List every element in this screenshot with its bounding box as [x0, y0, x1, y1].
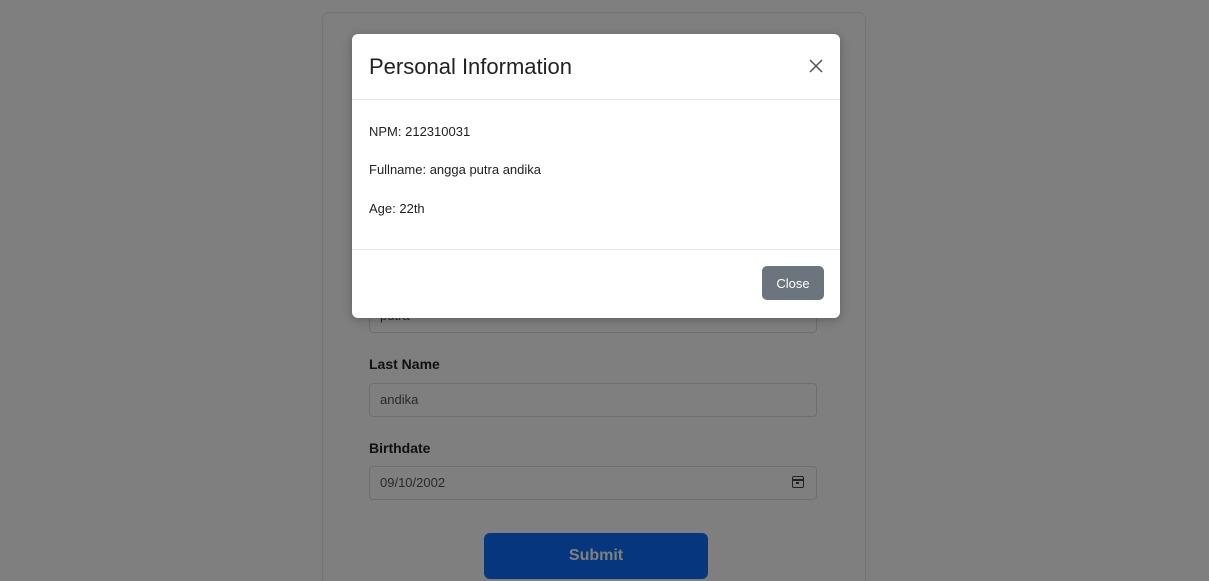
personal-info-modal: Personal Information NPM: 212310031 Full… — [352, 34, 840, 318]
modal-footer: Close — [352, 250, 840, 318]
modal-header: Personal Information — [352, 34, 840, 100]
viewport: putra Last Name andika Birthdate 09/10/2… — [0, 0, 1209, 581]
modal-body: NPM: 212310031 Fullname: angga putra and… — [352, 100, 840, 250]
npm-text: NPM: 212310031 — [369, 124, 471, 139]
modal-title: Personal Information — [369, 54, 572, 79]
age-text: Age: 22th — [369, 201, 425, 216]
close-icon[interactable] — [806, 56, 826, 76]
fullname-text: Fullname: angga putra andika — [369, 162, 542, 177]
close-button[interactable]: Close — [762, 266, 824, 300]
